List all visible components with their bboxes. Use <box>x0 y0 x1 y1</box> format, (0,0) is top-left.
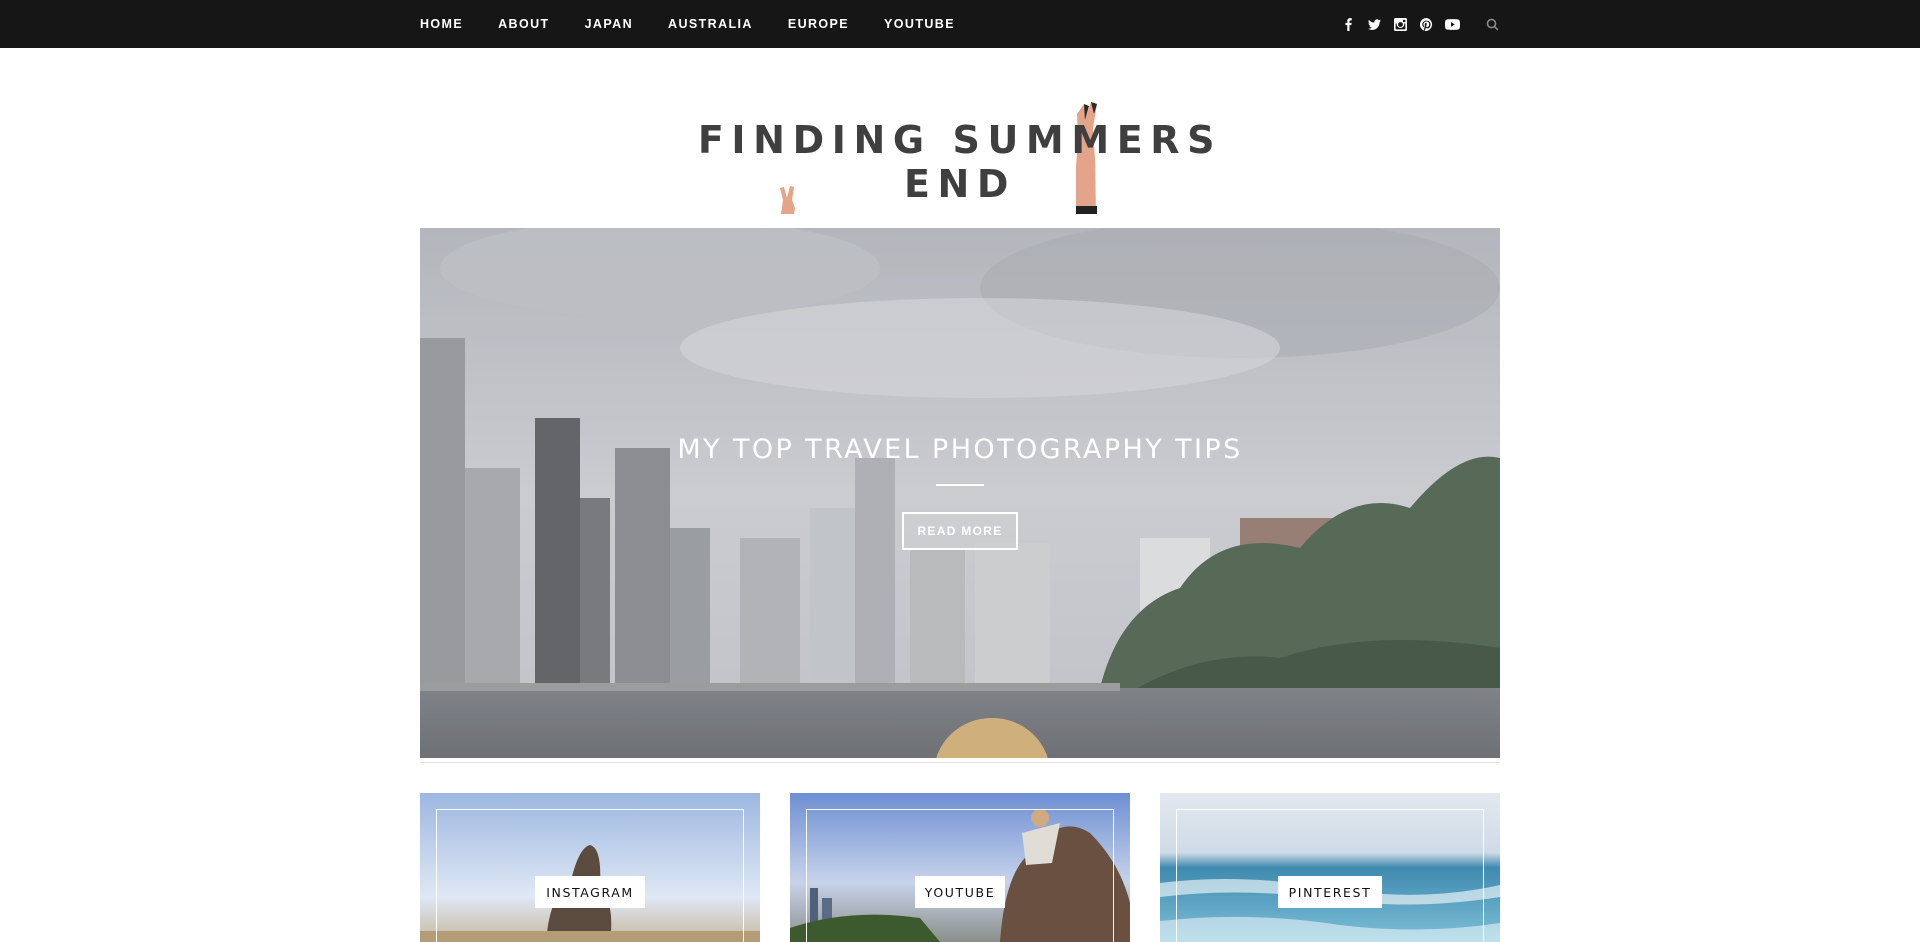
youtube-icon[interactable] <box>1444 16 1460 32</box>
hero-divider <box>936 484 984 486</box>
instagram-tile-label[interactable]: INSTAGRAM <box>535 876 645 908</box>
hero-divider-line <box>420 762 1500 763</box>
pinterest-icon[interactable] <box>1418 16 1434 32</box>
youtube-tile-label[interactable]: YOUTUBE <box>915 876 1005 908</box>
twitter-icon[interactable] <box>1366 16 1382 32</box>
site-logo[interactable]: FINDING SUMMERS END <box>680 100 1240 214</box>
nav-home-link[interactable]: HOME <box>420 17 463 31</box>
top-navigation-bar: HOME ABOUT JAPAN AUSTRALIA EUROPE YOUTUB… <box>0 0 1920 48</box>
instagram-icon[interactable] <box>1392 16 1408 32</box>
site-logo-text: FINDING SUMMERS END <box>697 118 1223 206</box>
hero-city-skyline-image <box>420 228 1500 758</box>
nav-europe-link[interactable]: EUROPE <box>788 17 849 31</box>
main-nav: HOME ABOUT JAPAN AUSTRALIA EUROPE YOUTUB… <box>420 0 990 48</box>
facebook-icon[interactable] <box>1340 16 1356 32</box>
read-more-button[interactable]: READ MORE <box>902 512 1018 550</box>
instagram-promo-tile[interactable]: INSTAGRAM <box>420 793 760 942</box>
nav-about-link[interactable]: ABOUT <box>498 17 549 31</box>
nav-japan-link[interactable]: JAPAN <box>585 17 633 31</box>
featured-post-hero[interactable]: MY TOP TRAVEL PHOTOGRAPHY TIPS READ MORE <box>420 228 1500 758</box>
social-links <box>1330 0 1500 48</box>
nav-australia-link[interactable]: AUSTRALIA <box>668 17 753 31</box>
pinterest-promo-tile[interactable]: PINTEREST <box>1160 793 1500 942</box>
hero-post-title[interactable]: MY TOP TRAVEL PHOTOGRAPHY TIPS <box>420 434 1500 465</box>
pinterest-tile-label[interactable]: PINTEREST <box>1278 876 1382 908</box>
youtube-promo-tile[interactable]: YOUTUBE <box>790 793 1130 942</box>
search-icon[interactable] <box>1484 16 1500 32</box>
nav-youtube-link[interactable]: YOUTUBE <box>884 17 955 31</box>
